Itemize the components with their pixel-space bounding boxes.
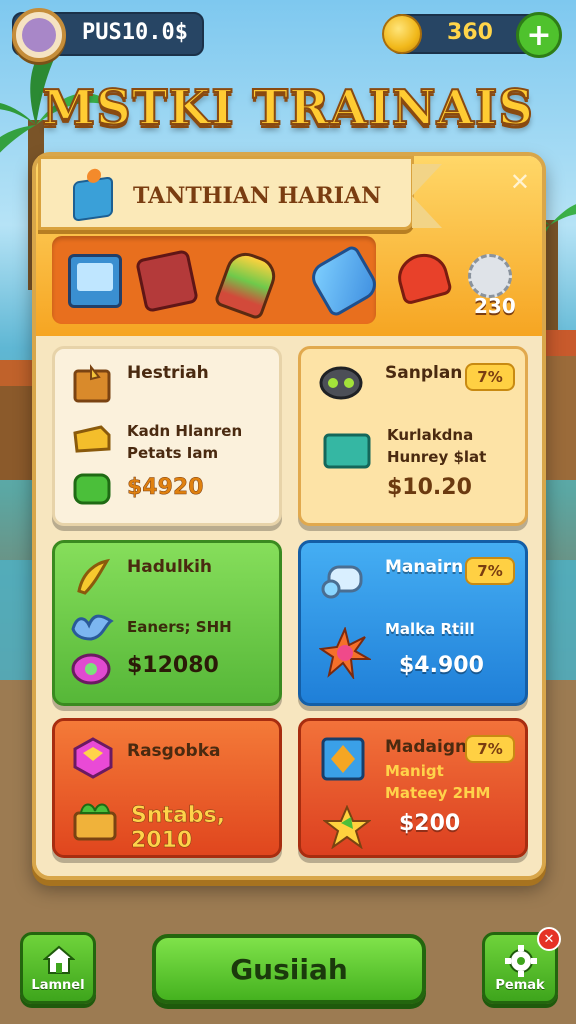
section-title: TANTHIAN HARIAN <box>133 183 382 209</box>
gold-bar-icon <box>73 425 111 453</box>
card-desc-2: Hunrey $lat <box>387 448 487 466</box>
discount-badge: 7% <box>465 735 515 763</box>
card-title: Hadulkih <box>127 557 213 577</box>
card-price: $12080 <box>127 653 219 678</box>
settings-button[interactable]: ✕ Pemak <box>482 927 561 1004</box>
wood-crate-icon <box>73 364 111 403</box>
gear-icon <box>505 945 537 977</box>
card-desc-1: Kadn Hlanren <box>127 422 243 440</box>
cube-icon <box>73 176 113 222</box>
card-desc-2: Petats Iam <box>127 444 219 462</box>
card-title: Manairn <box>385 557 464 577</box>
add-coins-button[interactable]: + <box>516 12 562 58</box>
shop-card-manairn[interactable]: Manairn 7% Malka Rtill $4.900 <box>298 540 528 706</box>
framed-gem-icon <box>321 737 365 781</box>
discount-badge: 7% <box>465 557 515 585</box>
coin-icon <box>382 14 422 54</box>
goggles-icon <box>319 366 363 400</box>
close-icon[interactable]: ✕ <box>510 168 530 196</box>
card-title: Sanplan <box>385 363 463 383</box>
gold-star-icon <box>323 805 371 849</box>
card-desc-2: Mateey 2HM <box>385 784 491 802</box>
shop-card-rasgobka[interactable]: Rasgobka Sntabs, 2010 <box>52 718 282 858</box>
card-desc-1: Manigt <box>385 762 444 780</box>
crab-icon <box>71 614 114 641</box>
shop-panel: TANTHIAN HARIAN ✕ 230 Hestriah Kadn Hlan… <box>32 152 546 880</box>
shop-card-hestriah[interactable]: Hestriah Kadn Hlanren Petats Iam $4920 <box>52 346 282 526</box>
card-desc-1: Sntabs, 2010 <box>131 803 226 854</box>
teal-block-icon <box>323 433 371 469</box>
banana-icon <box>77 558 111 595</box>
card-title: Hestriah <box>127 363 209 383</box>
shop-card-hadulkih[interactable]: Hadulkih Eaners; SHH $12080 <box>52 540 282 706</box>
card-desc-1: Eaners; SHH <box>127 618 232 636</box>
tray-count: 230 <box>474 294 516 318</box>
title-ribbon: TANTHIAN HARIAN <box>38 156 414 230</box>
player-name: PUS10.0$ <box>82 20 188 45</box>
avatar-icon <box>22 18 56 52</box>
home-label: Lamnel <box>31 978 85 993</box>
card-title: Madaign <box>385 737 468 757</box>
notification-badge: ✕ <box>537 927 561 951</box>
tablet-icon[interactable] <box>68 254 122 308</box>
gear-token-icon[interactable] <box>468 254 512 298</box>
player-avatar[interactable] <box>12 8 66 62</box>
card-price: $4.900 <box>399 653 484 678</box>
spiked-flower-icon <box>319 627 371 679</box>
card-price: $200 <box>399 811 461 836</box>
coin-amount: 360 <box>447 20 493 45</box>
discount-badge: 7% <box>465 363 515 391</box>
settings-label: Pemak <box>495 978 545 993</box>
shop-card-sanplan[interactable]: Sanplan 7% Kurlakdna Hunrey $lat $10.20 <box>298 346 528 526</box>
potion-icon <box>71 653 111 685</box>
scroll-icon <box>321 565 363 599</box>
card-price: $4920 <box>127 475 204 501</box>
main-action-button[interactable]: Gusiiah <box>152 934 426 1004</box>
green-gem-icon <box>73 473 111 505</box>
card-desc-1: Kurlakdna <box>387 426 474 444</box>
game-title: MSTKI TRAINAIS <box>41 79 534 137</box>
card-title: Rasgobka <box>127 741 221 761</box>
panel-header: TANTHIAN HARIAN ✕ <box>36 156 542 336</box>
home-icon <box>43 945 75 974</box>
gift-box-icon[interactable] <box>134 248 200 314</box>
card-price: $10.20 <box>387 475 472 500</box>
pink-gem-icon <box>73 737 113 779</box>
home-button[interactable]: Lamnel <box>20 932 96 1004</box>
shop-card-madaign[interactable]: Madaign 7% Manigt Mateey 2HM $200 <box>298 718 528 858</box>
green-gift-box-icon <box>73 803 117 841</box>
ribbon-tail <box>412 164 442 228</box>
card-desc-1: Malka Rtill <box>385 620 475 638</box>
